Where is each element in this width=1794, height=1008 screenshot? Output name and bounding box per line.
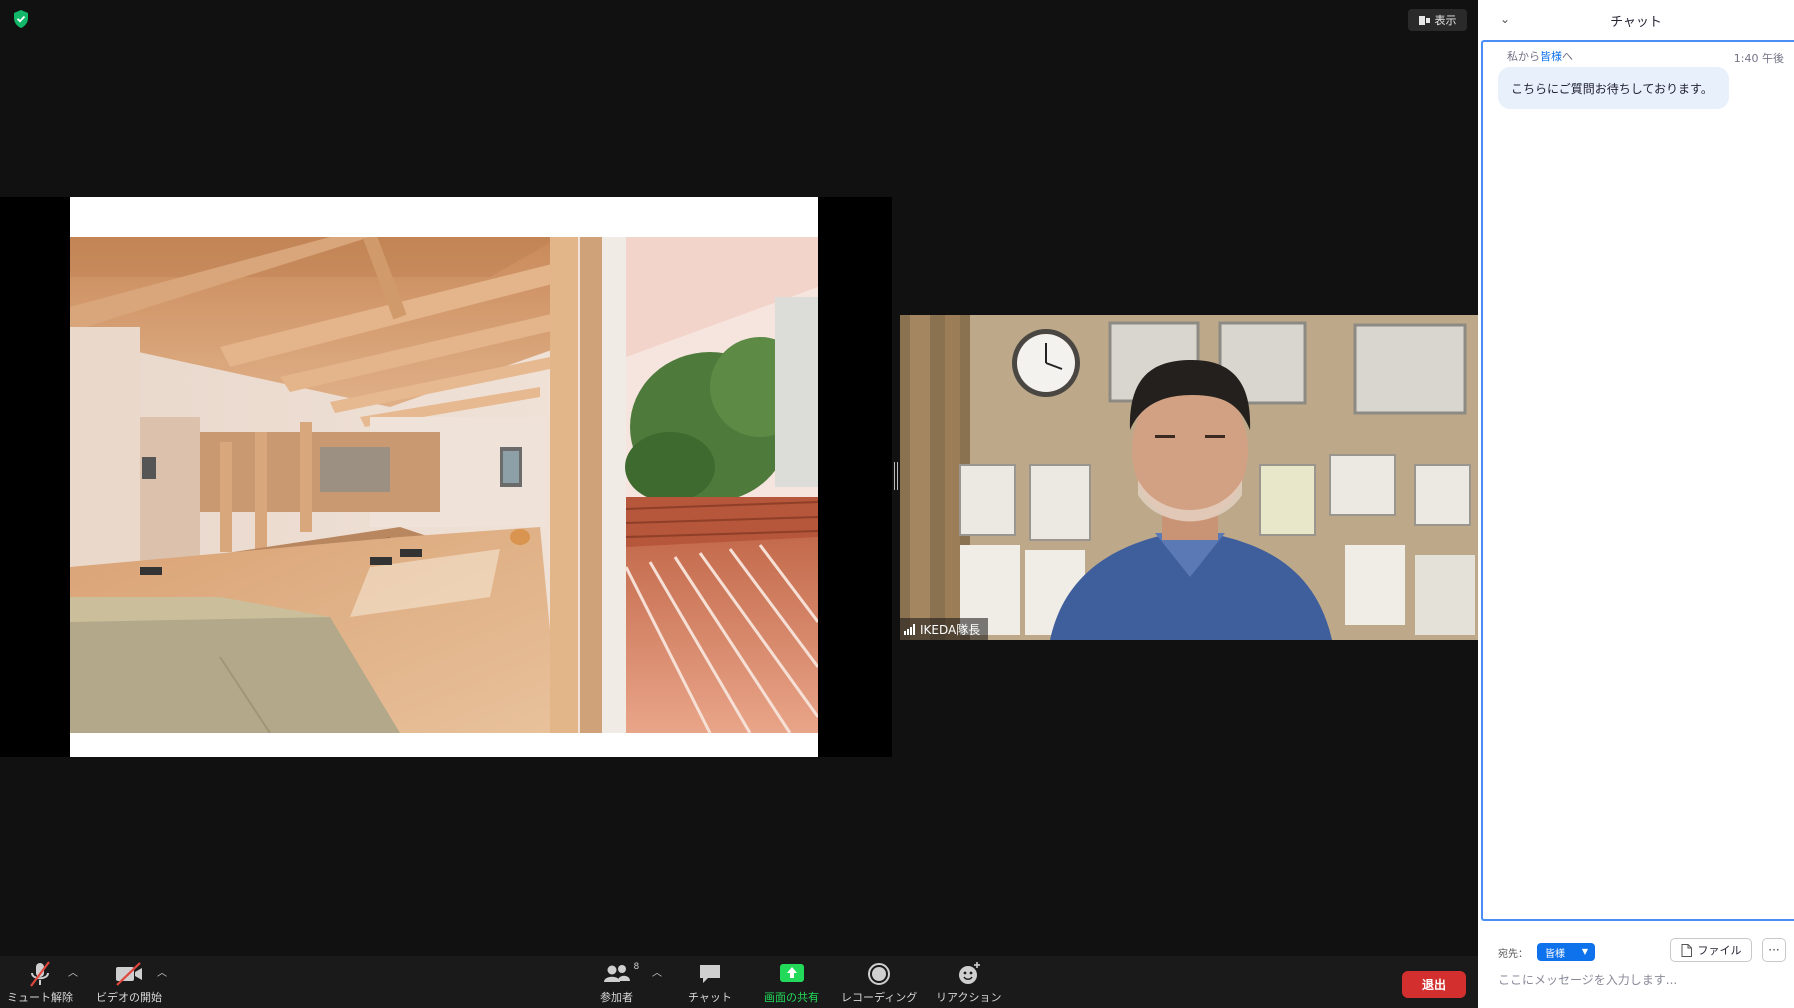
interior-photo bbox=[70, 237, 818, 733]
start-video-button[interactable]: ビデオの開始 bbox=[96, 960, 162, 1005]
view-button-label: 表示 bbox=[1434, 14, 1457, 27]
speaker-name: IKEDA隊長 bbox=[920, 622, 981, 637]
chat-panel: ⌄ チャット 私から皆様へ 1:40 午後 こちらにご質問お待ちしております。 … bbox=[1478, 0, 1794, 1008]
recipient-row: 宛先： 皆様 ▼ ファイル ··· bbox=[1478, 937, 1794, 965]
video-stage: 表示 IKEDA隊長 bbox=[0, 0, 1478, 956]
unmute-label: ミュート解除 bbox=[7, 991, 73, 1004]
start-video-label: ビデオの開始 bbox=[96, 991, 162, 1004]
chevron-down-icon[interactable]: ⌄ bbox=[1500, 12, 1510, 26]
participants-count: 8 bbox=[633, 962, 640, 972]
signal-strength-icon bbox=[904, 623, 915, 635]
chat-message-list[interactable]: 私から皆様へ 1:40 午後 こちらにご質問お待ちしております。 bbox=[1481, 40, 1794, 921]
dropdown-arrow-icon: ▼ bbox=[1581, 947, 1588, 956]
message-timestamp: 1:40 午後 bbox=[1733, 52, 1784, 65]
recipient-label: 宛先： bbox=[1498, 949, 1528, 960]
participants-options-caret-icon[interactable]: ︿ bbox=[652, 964, 662, 979]
recipient-select-value: 皆様 bbox=[1545, 948, 1565, 960]
participants-label: 参加者 bbox=[600, 991, 633, 1004]
video-off-icon bbox=[116, 962, 142, 986]
reaction-smiley-icon bbox=[958, 962, 980, 984]
chat-label: チャット bbox=[688, 991, 732, 1004]
muted-microphone-icon bbox=[30, 961, 50, 987]
participants-button[interactable]: 8 参加者 bbox=[600, 960, 639, 1005]
zoom-meeting-window: 表示 IKEDA隊長 ミュート解除 ︿ ビデオの開始 ︿ 8 参加者 ︿ チャッ… bbox=[0, 0, 1794, 1008]
share-screen-label: 画面の共有 bbox=[764, 991, 819, 1004]
message-text: こちらにご質問お待ちしております。 bbox=[1511, 81, 1713, 96]
reactions-button[interactable]: リアクション bbox=[936, 960, 1001, 1005]
record-button[interactable]: レコーディング bbox=[841, 960, 917, 1005]
share-screen-icon bbox=[779, 964, 804, 982]
message-recipient[interactable]: 皆様 bbox=[1540, 50, 1562, 63]
message-header: 私から皆様へ bbox=[1507, 48, 1573, 64]
view-layout-icon bbox=[1418, 15, 1430, 25]
presentation-slide bbox=[70, 197, 818, 757]
record-label: レコーディング bbox=[841, 991, 918, 1004]
video-options-caret-icon[interactable]: ︿ bbox=[157, 964, 167, 979]
message-bubble[interactable]: こちらにご質問お待ちしております。 bbox=[1498, 67, 1729, 109]
audio-options-caret-icon[interactable]: ︿ bbox=[68, 964, 78, 979]
message-recipient-suffix: へ bbox=[1562, 50, 1573, 63]
leave-meeting-button[interactable]: 退出 bbox=[1402, 971, 1466, 998]
file-button-label: ファイル bbox=[1697, 944, 1742, 957]
file-icon bbox=[1681, 943, 1692, 957]
chat-header: ⌄ チャット bbox=[1478, 0, 1794, 40]
message-input[interactable] bbox=[1498, 970, 1778, 990]
reactions-label: リアクション bbox=[936, 991, 1002, 1004]
chat-title: チャット bbox=[1610, 14, 1662, 30]
speaker-name-tag: IKEDA隊長 bbox=[900, 618, 989, 640]
more-options-button[interactable]: ··· bbox=[1762, 938, 1786, 962]
speaker-video-feed bbox=[900, 315, 1478, 640]
recipient-select[interactable]: 皆様 ▼ bbox=[1537, 943, 1595, 961]
meeting-toolbar: ミュート解除 ︿ ビデオの開始 ︿ 8 参加者 ︿ チャット 画面の共有 レコー… bbox=[0, 956, 1478, 1008]
participants-icon bbox=[603, 965, 630, 982]
message-sender: 私から bbox=[1507, 50, 1540, 63]
speaker-video-tile[interactable]: IKEDA隊長 bbox=[900, 315, 1478, 640]
shared-screen[interactable] bbox=[0, 197, 892, 757]
record-icon bbox=[868, 963, 891, 985]
unmute-button[interactable]: ミュート解除 bbox=[7, 960, 73, 1005]
share-screen-button[interactable]: 画面の共有 bbox=[764, 960, 819, 1005]
chat-button[interactable]: チャット bbox=[688, 960, 732, 1005]
layout-resize-handle[interactable] bbox=[894, 462, 898, 490]
view-button[interactable]: 表示 bbox=[1408, 9, 1467, 31]
encryption-shield-icon[interactable] bbox=[13, 10, 29, 28]
file-button[interactable]: ファイル bbox=[1670, 938, 1752, 962]
chat-bubble-icon bbox=[699, 965, 720, 983]
